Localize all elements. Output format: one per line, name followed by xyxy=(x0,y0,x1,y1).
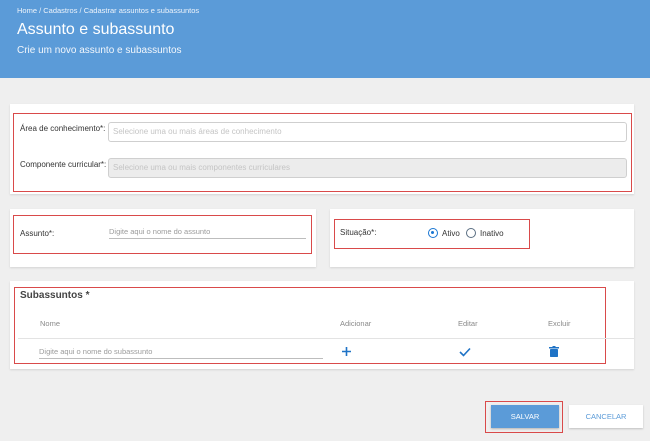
trash-icon[interactable] xyxy=(549,346,559,357)
assunto-input[interactable]: Digite aqui o nome do assunto xyxy=(109,227,306,239)
subassunto-input[interactable]: Digite aqui o nome do subassunto xyxy=(39,347,323,359)
situacao-ativo-label[interactable]: Ativo xyxy=(442,229,460,238)
radio-selected-dot xyxy=(431,231,434,234)
subassuntos-title: Subassuntos * xyxy=(20,290,90,301)
page-header: Home / Cadastros / Cadastrar assuntos e … xyxy=(0,0,650,78)
breadcrumb[interactable]: Home / Cadastros / Cadastrar assuntos e … xyxy=(17,6,199,15)
table-header-divider xyxy=(18,338,634,339)
column-adicionar: Adicionar xyxy=(340,319,372,328)
check-icon[interactable] xyxy=(459,347,471,357)
page-title: Assunto e subassunto xyxy=(17,21,175,38)
column-editar: Editar xyxy=(458,319,478,328)
cancel-button[interactable]: CANCELAR xyxy=(569,405,643,428)
componente-curricular-select[interactable]: Selecione uma ou mais componentes curric… xyxy=(108,158,627,178)
situacao-label: Situação*: xyxy=(340,228,377,237)
area-conhecimento-select[interactable]: Selecione uma ou mais áreas de conhecime… xyxy=(108,122,627,142)
plus-icon[interactable] xyxy=(341,346,352,357)
area-label: Área de conhecimento*: xyxy=(20,124,106,133)
page-subtitle: Crie um novo assunto e subassuntos xyxy=(17,45,182,56)
situacao-inativo-radio[interactable] xyxy=(466,228,476,238)
situacao-ativo-radio[interactable] xyxy=(428,228,438,238)
componente-label: Componente curricular*: xyxy=(20,160,107,169)
column-excluir: Excluir xyxy=(548,319,571,328)
situacao-inativo-label[interactable]: Inativo xyxy=(480,229,504,238)
column-nome: Nome xyxy=(40,319,61,328)
save-button[interactable]: SALVAR xyxy=(491,405,559,428)
assunto-label: Assunto*: xyxy=(20,229,55,238)
